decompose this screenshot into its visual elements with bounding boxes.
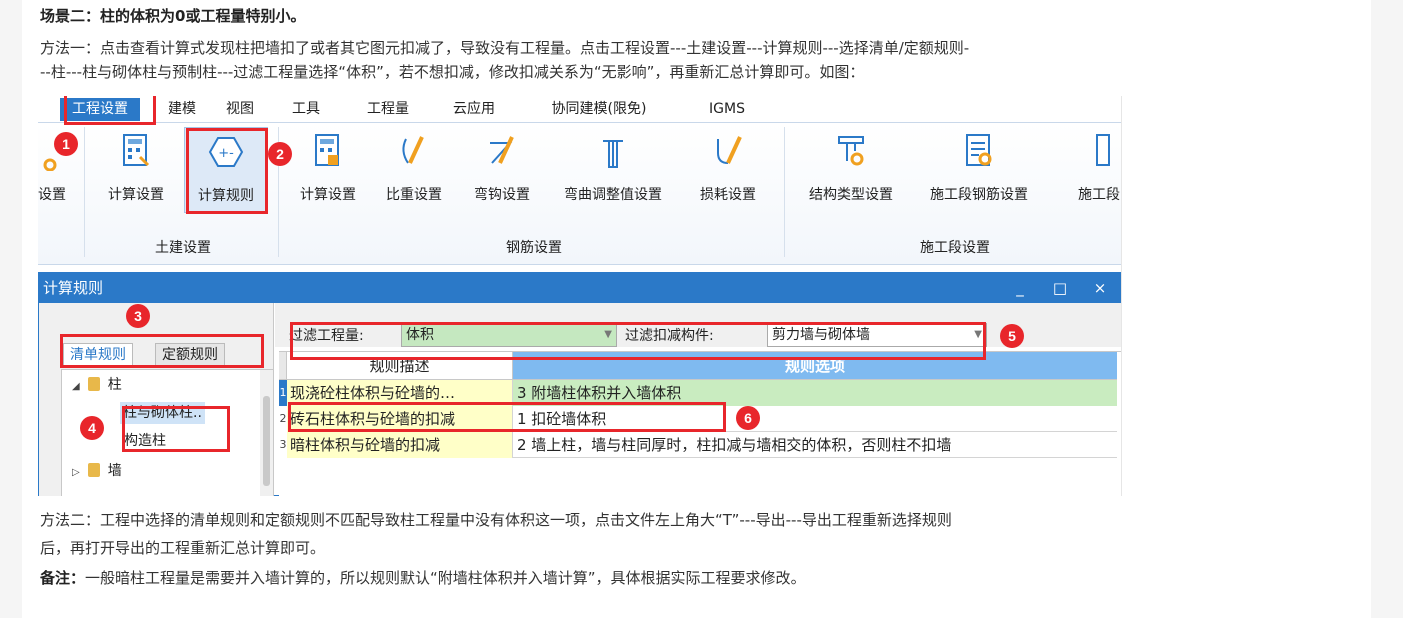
method1-line1: 方法一：点击查看计算式发现柱把墙扣了或者其它图元扣减了，导致没有工程量。点击工程… [40, 39, 970, 57]
callout-box-2 [186, 128, 268, 214]
tree-node-wall[interactable]: ▷ 墙 [72, 460, 122, 480]
close-button[interactable]: × [1085, 273, 1115, 303]
callout-box-3 [60, 334, 264, 368]
group-label-segment: 施工段设置 [920, 240, 990, 256]
scrollbar-thumb[interactable] [263, 396, 270, 486]
minimize-button[interactable]: _ [1005, 273, 1035, 303]
menu-tab-quantity[interactable]: 工程量 [360, 98, 416, 121]
note-line: 备注：一般暗柱工程量是需要并入墙计算的，所以规则默认“附墙柱体积并入墙计算”，具… [40, 566, 806, 590]
expand-triangle-icon[interactable]: ◢ [72, 376, 80, 398]
dialog-title: 计算规则 [39, 273, 1121, 303]
calculator-icon [315, 134, 339, 166]
tree-node-column[interactable]: ◢ 柱 [72, 374, 122, 398]
right-gutter [1371, 0, 1403, 618]
ribbon-civil-calc-settings-button[interactable]: 计算设置 [96, 127, 176, 213]
article-body: 场景二：柱的体积为0或工程量特别小。 方法一：点击查看计算式发现柱把墙扣了或者其… [22, 0, 1371, 618]
group-label-rebar: 钢筋设置 [506, 240, 562, 256]
callout-badge-2: 2 [268, 142, 292, 166]
ribbon-structure-type-button[interactable]: 结构类型设置 [794, 127, 908, 213]
menu-tab-collab[interactable]: 协同建模(限免) [534, 98, 664, 121]
callout-badge-6: 6 [736, 406, 760, 430]
callout-box-4 [122, 406, 230, 452]
rebar-density-icon [402, 136, 424, 164]
loss-icon [717, 136, 742, 164]
calc-rules-dialog: 计算规则 _ □ × 清单规则 定额规则 ◢柱 柱与砌体柱.. 构造柱 ▷墙 [38, 272, 1121, 496]
method2-line2: 后，再打开导出的工程重新汇总计算即可。 [40, 539, 326, 557]
ribbon-rebar-calc-settings-button[interactable]: 计算设置 [288, 127, 368, 213]
segment-icon [1096, 134, 1110, 166]
bend-adjust-icon [603, 140, 623, 168]
grid-corner [279, 352, 287, 380]
ribbon-loss-settings-button[interactable]: 损耗设置 [688, 127, 768, 213]
ribbon-density-settings-button[interactable]: 比重设置 [374, 127, 454, 213]
ribbon-segment-rebar-button[interactable]: 施工段钢筋设置 [914, 127, 1044, 213]
structure-type-icon [838, 136, 864, 166]
note-text: 一般暗柱工程量是需要并入墙计算的，所以规则默认“附墙柱体积并入墙计算”，具体根据… [85, 569, 806, 587]
callout-badge-4: 4 [80, 416, 104, 440]
method2-line1: 方法二：工程中选择的清单规则和定额规则不匹配导致柱工程量中没有体积这一项，点击文… [40, 511, 952, 529]
collapse-triangle-icon[interactable]: ▷ [72, 462, 80, 480]
group-label-civil: 土建设置 [155, 240, 211, 256]
software-screenshot: 工程设置 建模 视图 工具 工程量 云应用 协同建模(限免) IGMS 设置 计… [38, 96, 1122, 496]
callout-badge-1: 1 [54, 132, 78, 156]
menu-tab-view[interactable]: 视图 [220, 98, 260, 121]
ribbon-bend-adjust-button[interactable]: 弯曲调整值设置 [548, 127, 678, 213]
callout-box-5 [290, 322, 986, 360]
menu-tab-modeling[interactable]: 建模 [162, 98, 202, 121]
callout-box-1 [64, 96, 156, 125]
menu-tab-tools[interactable]: 工具 [286, 98, 326, 121]
rules-left-pane: 清单规则 定额规则 ◢ 柱 柱与砌体柱.. 构造柱 ▷ 墙 [39, 303, 274, 496]
callout-badge-5: 5 [1000, 324, 1024, 348]
folder-icon [87, 463, 100, 477]
menu-tab-igms[interactable]: IGMS [702, 98, 752, 121]
callout-box-6 [288, 402, 726, 432]
scene-title: 场景二：柱的体积为0或工程量特别小。 [40, 7, 306, 25]
rebar-hook-icon [490, 136, 514, 164]
method1-line2: --柱---柱与砌体柱与预制柱---过滤工程量选择“体积”，若不想扣减，修改扣减… [40, 63, 865, 81]
tree-scrollbar[interactable] [260, 370, 273, 496]
callout-badge-3: 3 [126, 304, 150, 328]
calculator-icon [123, 134, 150, 167]
maximize-button[interactable]: □ [1045, 273, 1075, 303]
rule-desc-cell: 暗柱体积与砼墙的扣减 [287, 432, 513, 458]
menu-bar: 工程设置 建模 视图 工具 工程量 云应用 协同建模(限免) IGMS [38, 96, 1121, 123]
table-row[interactable]: 3 暗柱体积与砼墙的扣减 2 墙上柱，墙与柱同厚时，柱扣减与墙相交的体积，否则柱… [279, 432, 1117, 458]
menu-tab-cloud[interactable]: 云应用 [446, 98, 502, 121]
folder-icon [87, 377, 100, 391]
ribbon-hook-settings-button[interactable]: 弯钩设置 [462, 127, 542, 213]
note-label: 备注： [40, 569, 86, 587]
ribbon-segment-button[interactable]: 施工段 [1060, 127, 1121, 213]
segment-rebar-icon [966, 134, 992, 166]
rule-option-cell[interactable]: 2 墙上柱，墙与柱同厚时，柱扣减与墙相交的体积，否则柱不扣墙 [513, 432, 1117, 458]
